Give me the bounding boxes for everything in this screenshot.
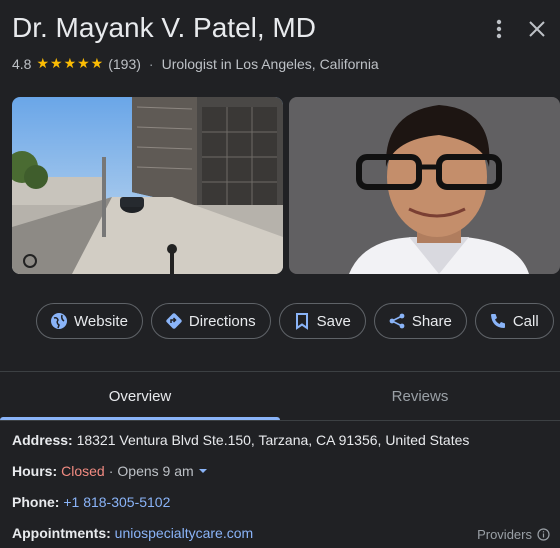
caret-down-icon[interactable] xyxy=(198,466,208,476)
share-icon xyxy=(388,312,406,330)
action-buttons: Website Directions Save Share Call xyxy=(36,303,554,339)
category-text: Urologist in Los Angeles, California xyxy=(161,55,379,72)
rating-line: 4.8 ★★★★★ (193) · Urologist in Los Angel… xyxy=(12,55,379,72)
phone-label: Phone: xyxy=(12,494,60,510)
address-value: 18321 Ventura Blvd Ste.150, Tarzana, CA … xyxy=(76,432,470,448)
save-label: Save xyxy=(316,312,351,330)
review-count-link[interactable]: (193) xyxy=(108,56,141,72)
address-label: Address: xyxy=(12,432,73,448)
tab-reviews[interactable]: Reviews xyxy=(280,372,560,420)
tab-bar: Overview Reviews xyxy=(0,372,560,420)
hours-dropdown[interactable]: Opens 9 am xyxy=(117,463,193,479)
place-title: Dr. Mayank V. Patel, MD xyxy=(12,12,316,43)
separator-dot: · xyxy=(148,55,154,72)
star-rating-icon: ★★★★★ xyxy=(36,55,105,71)
appointments-label: Appointments: xyxy=(12,525,111,541)
directions-icon xyxy=(165,312,183,330)
tabs-bottom-divider xyxy=(0,420,560,421)
hours-label: Hours: xyxy=(12,463,58,479)
street-view-photo[interactable] xyxy=(12,97,283,274)
hours-separator: · xyxy=(108,463,114,479)
phone-icon xyxy=(489,312,507,330)
bookmark-icon xyxy=(293,312,311,330)
appointments-row: Appointments: uniospecialtycare.com xyxy=(12,525,253,541)
tab-overview[interactable]: Overview xyxy=(0,372,280,420)
rating-value: 4.8 xyxy=(12,55,32,72)
profile-photo[interactable] xyxy=(289,97,560,274)
call-label: Call xyxy=(512,312,539,330)
phone-link[interactable]: +1 818-305-5102 xyxy=(63,494,170,510)
top-actions xyxy=(488,18,548,40)
more-vert-icon[interactable] xyxy=(488,18,510,40)
website-label: Website xyxy=(74,312,128,330)
hours-row: Hours: Closed · Opens 9 am xyxy=(12,463,208,479)
providers-label: Providers xyxy=(477,527,532,542)
share-label: Share xyxy=(411,312,452,330)
appointments-link[interactable]: uniospecialtycare.com xyxy=(115,525,254,541)
close-icon[interactable] xyxy=(526,18,548,40)
address-row: Address: 18321 Ventura Blvd Ste.150, Tar… xyxy=(12,432,469,448)
directions-button[interactable]: Directions xyxy=(150,303,271,339)
info-icon xyxy=(537,528,550,541)
phone-row: Phone: +1 818-305-5102 xyxy=(12,494,170,510)
website-button[interactable]: Website xyxy=(36,303,143,339)
globe-icon xyxy=(50,312,68,330)
photo-gallery xyxy=(12,97,560,274)
share-button[interactable]: Share xyxy=(373,303,467,339)
save-button[interactable]: Save xyxy=(278,303,366,339)
providers-info[interactable]: Providers xyxy=(477,527,550,542)
call-button[interactable]: Call xyxy=(474,303,554,339)
directions-label: Directions xyxy=(188,312,256,330)
hours-status: Closed xyxy=(61,463,105,479)
